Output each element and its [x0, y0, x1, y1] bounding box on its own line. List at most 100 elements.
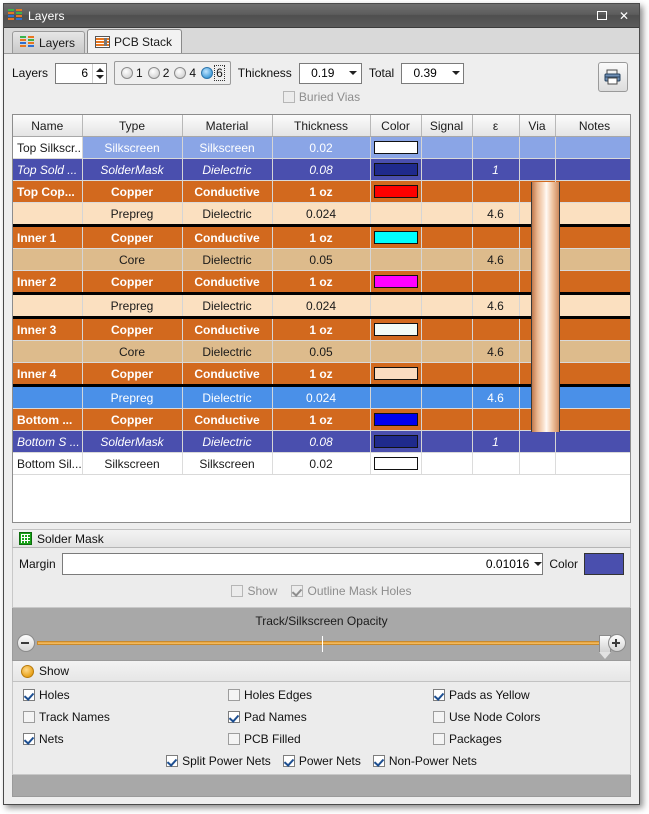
net-option-non-power-nets[interactable]: Non-Power Nets: [372, 754, 477, 768]
cell-type[interactable]: Copper: [82, 408, 183, 431]
cell-name[interactable]: [13, 202, 83, 226]
radio-4-layer[interactable]: 4: [173, 66, 198, 80]
cell-epsilon[interactable]: [472, 224, 520, 249]
cell-thickness[interactable]: 1 oz: [272, 224, 371, 249]
cell-type[interactable]: SolderMask: [82, 158, 183, 181]
tab-pcb-stack[interactable]: PCB Stack: [87, 29, 183, 53]
radio-2-layer[interactable]: 2: [147, 66, 172, 80]
cell-color[interactable]: [370, 158, 422, 181]
cell-notes[interactable]: [555, 430, 630, 453]
cell-thickness[interactable]: 1 oz: [272, 316, 371, 341]
cell-epsilon[interactable]: [472, 452, 520, 475]
cell-material[interactable]: Dielectric: [182, 385, 273, 409]
cell-color[interactable]: [370, 180, 422, 203]
cell-epsilon[interactable]: 1: [472, 430, 520, 453]
show-option-holes[interactable]: Holes: [23, 688, 228, 702]
cell-via[interactable]: [519, 430, 556, 453]
cell-material[interactable]: Conductive: [182, 270, 273, 295]
cell-name[interactable]: Inner 3: [13, 316, 83, 341]
cell-thickness[interactable]: 1 oz: [272, 270, 371, 295]
cell-color[interactable]: [370, 340, 422, 363]
cell-signal[interactable]: [421, 293, 473, 318]
cell-epsilon[interactable]: 4.6: [472, 248, 520, 271]
cell-epsilon[interactable]: 1: [472, 158, 520, 181]
cell-name[interactable]: Bottom Sil...: [13, 452, 83, 475]
cell-signal[interactable]: [421, 270, 473, 295]
thickness-combo[interactable]: 0.19: [298, 62, 362, 84]
cell-color[interactable]: [370, 316, 422, 341]
chevron-up-icon[interactable]: [95, 67, 104, 72]
col-name[interactable]: Name: [13, 115, 83, 137]
cell-epsilon[interactable]: 4.6: [472, 293, 520, 318]
table-row[interactable]: Bottom S ... SolderMask Dielectric 0.08 1: [13, 430, 630, 453]
cell-thickness[interactable]: 0.02: [272, 452, 371, 475]
opacity-slider-track[interactable]: [37, 635, 611, 659]
cell-material[interactable]: Conductive: [182, 180, 273, 203]
cell-material[interactable]: Dielectric: [182, 248, 273, 271]
color-swatch[interactable]: [373, 275, 418, 288]
cell-notes[interactable]: [555, 248, 630, 271]
cell-notes[interactable]: [555, 136, 630, 159]
cell-thickness[interactable]: 0.05: [272, 248, 371, 271]
show-option-pads-as-yellow[interactable]: Pads as Yellow: [433, 688, 630, 702]
col-signal[interactable]: Signal: [421, 115, 473, 137]
color-swatch[interactable]: [373, 413, 418, 426]
color-swatch[interactable]: [373, 367, 418, 380]
cell-name[interactable]: Inner 2: [13, 270, 83, 295]
show-option-track-names[interactable]: Track Names: [23, 710, 228, 724]
cell-type[interactable]: Copper: [82, 180, 183, 203]
solder-mask-color-swatch[interactable]: [584, 553, 624, 575]
cell-type[interactable]: Prepreg: [82, 202, 183, 226]
cell-thickness[interactable]: 0.024: [272, 293, 371, 318]
cell-via[interactable]: [519, 136, 556, 159]
layers-stepper-arrows[interactable]: [92, 63, 106, 83]
buried-vias-checkbox[interactable]: Buried Vias: [282, 90, 360, 104]
cell-type[interactable]: Copper: [82, 362, 183, 387]
cell-thickness[interactable]: 0.05: [272, 340, 371, 363]
cell-epsilon[interactable]: [472, 362, 520, 387]
show-option-pad-names[interactable]: Pad Names: [228, 710, 433, 724]
cell-thickness[interactable]: 0.08: [272, 158, 371, 181]
chevron-down-icon[interactable]: [346, 71, 361, 75]
cell-signal[interactable]: [421, 316, 473, 341]
color-swatch[interactable]: [373, 163, 418, 176]
cell-epsilon[interactable]: 4.6: [472, 340, 520, 363]
net-option-split-power-nets[interactable]: Split Power Nets: [166, 754, 271, 768]
cell-material[interactable]: Dielectric: [182, 430, 273, 453]
cell-signal[interactable]: [421, 248, 473, 271]
col-type[interactable]: Type: [82, 115, 183, 137]
cell-notes[interactable]: [555, 224, 630, 249]
cell-type[interactable]: Prepreg: [82, 385, 183, 409]
cell-epsilon[interactable]: [472, 270, 520, 295]
cell-color[interactable]: [370, 430, 422, 453]
cell-signal[interactable]: [421, 202, 473, 226]
cell-signal[interactable]: [421, 385, 473, 409]
cell-notes[interactable]: [555, 158, 630, 181]
cell-name[interactable]: [13, 248, 83, 271]
cell-color[interactable]: [370, 270, 422, 295]
cell-material[interactable]: Conductive: [182, 224, 273, 249]
cell-type[interactable]: Copper: [82, 270, 183, 295]
cell-material[interactable]: Dielectric: [182, 293, 273, 318]
chevron-down-icon[interactable]: [448, 71, 463, 75]
cell-type[interactable]: Copper: [82, 316, 183, 341]
color-swatch[interactable]: [373, 435, 418, 448]
cell-signal[interactable]: [421, 136, 473, 159]
col-color[interactable]: Color: [370, 115, 422, 137]
cell-signal[interactable]: [421, 362, 473, 387]
color-swatch[interactable]: [373, 457, 418, 470]
cell-name[interactable]: Top Sold ...: [13, 158, 83, 181]
show-option-nets[interactable]: Nets: [23, 732, 228, 746]
cell-notes[interactable]: [555, 408, 630, 431]
cell-name[interactable]: Bottom S ...: [13, 430, 83, 453]
color-swatch[interactable]: [373, 141, 418, 154]
table-row[interactable]: Bottom Sil... Silkscreen Silkscreen 0.02: [13, 452, 630, 475]
tab-layers[interactable]: Layers: [12, 31, 86, 53]
margin-combo[interactable]: 0.01016: [61, 553, 544, 575]
cell-notes[interactable]: [555, 270, 630, 295]
cell-name[interactable]: Inner 1: [13, 224, 83, 249]
cell-color[interactable]: [370, 293, 422, 318]
cell-thickness[interactable]: 1 oz: [272, 408, 371, 431]
cell-thickness[interactable]: 0.08: [272, 430, 371, 453]
col-material[interactable]: Material: [182, 115, 273, 137]
